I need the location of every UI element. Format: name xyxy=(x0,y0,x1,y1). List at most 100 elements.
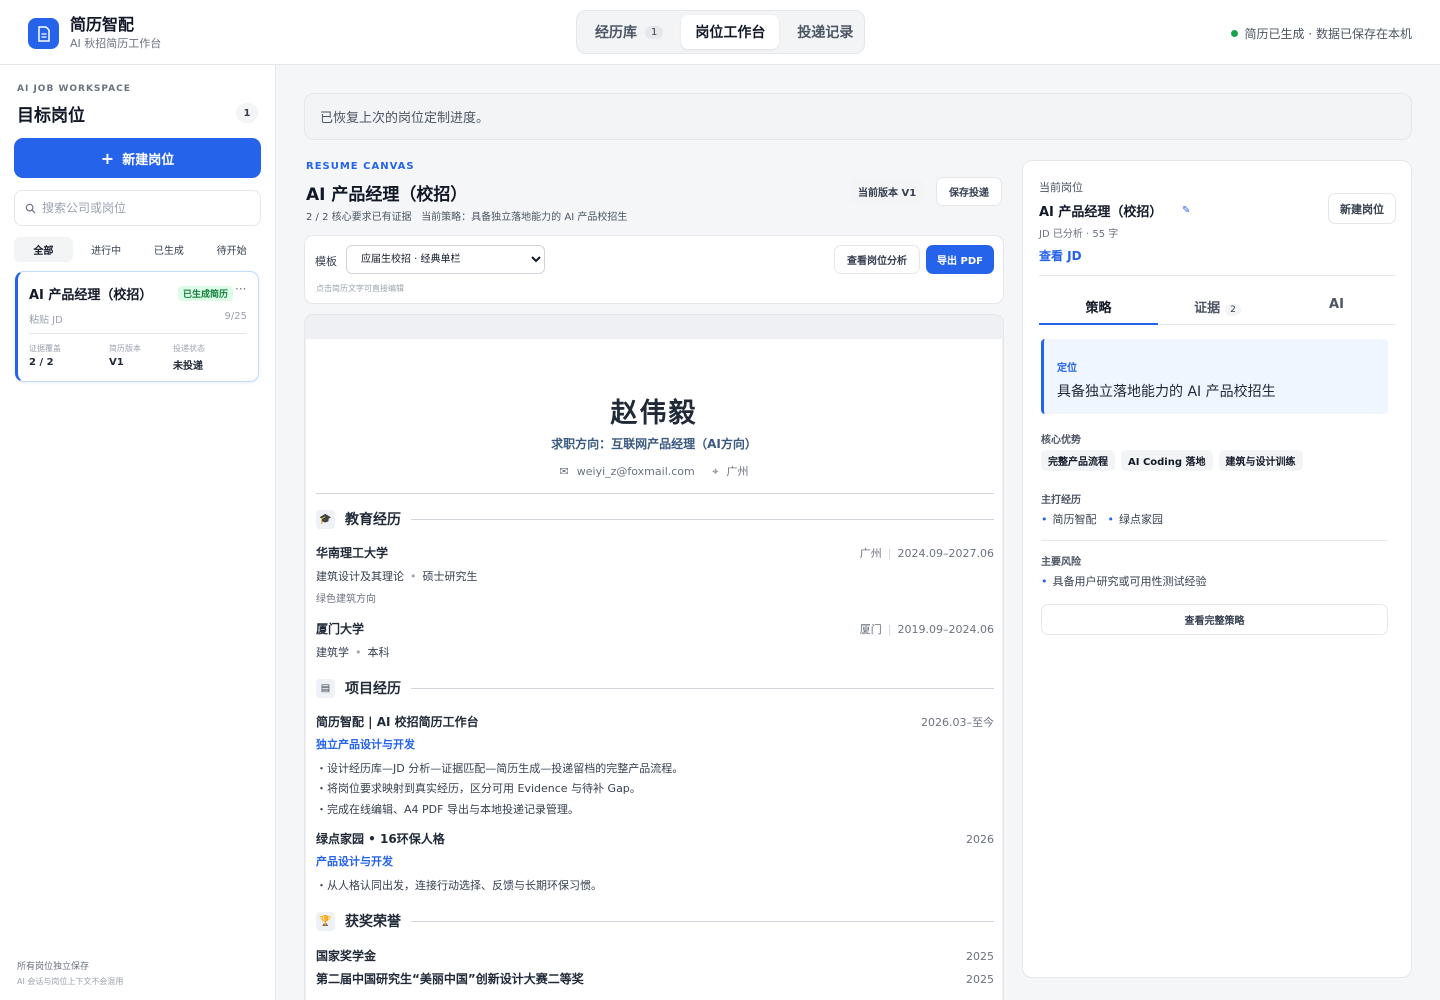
location-icon: ⌖ xyxy=(712,465,719,478)
more-icon[interactable]: ··· xyxy=(235,282,246,296)
project-bullet[interactable]: ・从人格认同出发，连接行动选择、反馈与长期环保习惯。 xyxy=(316,877,994,893)
filter-all[interactable]: 全部 xyxy=(14,237,73,262)
full-strategy-button[interactable]: 查看完整策略 xyxy=(1041,604,1388,635)
project-role[interactable]: 独立产品设计与开发 xyxy=(316,736,994,752)
job-card-date: 9/25 xyxy=(224,311,247,322)
resume-name[interactable]: 赵伟毅 xyxy=(306,391,1002,430)
plus-icon: + xyxy=(100,148,115,168)
project-row[interactable]: 绿点家园 • 16环保人格 2026 xyxy=(316,830,994,847)
advantage-chip: AI Coding 落地 xyxy=(1121,450,1213,471)
project-role[interactable]: 产品设计与开发 xyxy=(316,853,994,869)
tab-ai[interactable]: AI xyxy=(1277,289,1396,324)
tab-count: 2 xyxy=(1225,304,1241,316)
stat-value: 未投递 xyxy=(173,361,203,372)
job-analysis-button[interactable]: 查看岗位分析 xyxy=(834,245,920,274)
education-detail[interactable]: 建筑设计及其理论 • 硕士研究生 xyxy=(316,568,994,584)
sidebar-title: 目标岗位 xyxy=(17,106,85,126)
list-item: 简历智配 xyxy=(1041,511,1097,527)
divider xyxy=(411,920,994,922)
list-item: 绿点家园 xyxy=(1108,511,1163,527)
new-job-button[interactable]: + 新建岗位 xyxy=(14,138,261,178)
canvas-title: AI 产品经理（校招） xyxy=(306,185,468,205)
top-bar: 简历智配 AI 秋招简历工作台 经历库 1 岗位工作台 投递记录 简历已生成 · … xyxy=(0,0,1440,65)
tab-strategy[interactable]: 策略 xyxy=(1039,289,1158,325)
award-row[interactable]: 第二届中国研究生“美丽中国”创新设计大赛二等奖 2025 xyxy=(316,970,994,987)
education-row[interactable]: 厦门大学 厦门 | 2019.09–2024.06 xyxy=(316,620,994,637)
tab-label: 策略 xyxy=(1085,301,1112,316)
filter-in-progress[interactable]: 进行中 xyxy=(77,237,136,262)
tab-evidence[interactable]: 证据 2 xyxy=(1158,289,1277,324)
award-year: 2025 xyxy=(966,973,994,986)
panel-label: 当前岗位 xyxy=(1039,181,1083,194)
view-jd-link[interactable]: 查看 JD xyxy=(1039,247,1082,264)
education-detail[interactable]: 建筑学 • 本科 xyxy=(316,644,994,660)
job-count-badge: 1 xyxy=(236,103,258,123)
tab-experience[interactable]: 经历库 1 xyxy=(581,15,677,49)
project-bullet[interactable]: ・将岗位要求映射到真实经历，区分可用 Evidence 与待补 Gap。 xyxy=(316,780,994,796)
stat-version: 简历版本 V1 xyxy=(109,343,141,368)
new-job-label: 新建岗位 xyxy=(122,152,175,168)
version-badge: 当前版本 V1 xyxy=(850,179,925,203)
award-row[interactable]: 国家奖学金 2025 xyxy=(316,947,994,964)
filter-generated[interactable]: 已生成 xyxy=(140,237,199,262)
template-select[interactable]: 应届生校招 · 经典单栏 xyxy=(346,245,545,274)
resume-target[interactable]: 求职方向：互联网产品经理（AI方向） xyxy=(306,435,1002,452)
risk-list: 具备用户研究或可用性测试经验 xyxy=(1041,573,1207,589)
tab-applications[interactable]: 投递记录 xyxy=(783,15,867,49)
template-toolbar: 模板 应届生校招 · 经典单栏 查看岗位分析 导出 PDF 点击简历文字可直接编… xyxy=(304,235,1004,304)
project-bullet[interactable]: ・设计经历库—JD 分析—证据匹配—简历生成—投递留档的完整产品流程。 xyxy=(316,760,994,776)
job-card-source: 粘贴 JD xyxy=(29,315,63,326)
main-tabs: 经历库 1 岗位工作台 投递记录 xyxy=(576,10,865,54)
major: 建筑设计及其理论 xyxy=(316,570,404,583)
positioning-value: 具备独立落地能力的 AI 产品校招生 xyxy=(1057,384,1276,400)
project-row[interactable]: 简历智配 | AI 校招简历工作台 2026.03–至今 xyxy=(316,713,994,730)
panel-tabs: 策略 证据 2 AI xyxy=(1039,289,1396,325)
brand[interactable]: 简历智配 AI 秋招简历工作台 xyxy=(28,16,161,51)
advantage-chips: 完整产品流程 AI Coding 落地 建筑与设计训练 xyxy=(1041,450,1303,471)
degree: 本科 xyxy=(367,646,390,659)
advantages-label: 核心优势 xyxy=(1041,435,1081,446)
status-dot-icon xyxy=(1230,30,1238,37)
canvas-label: RESUME CANVAS xyxy=(306,161,415,172)
job-card-title: AI 产品经理（校招） xyxy=(29,288,153,303)
save-apply-button[interactable]: 保存投递 xyxy=(936,177,1002,206)
education-note[interactable]: 绿色建筑方向 xyxy=(316,590,994,605)
canvas-subtitle: 2 / 2 核心要求已有证据 当前策略：具备独立落地能力的 AI 产品校招生 xyxy=(306,208,627,223)
tab-count: 1 xyxy=(645,25,664,39)
school-name: 华南理工大学 xyxy=(316,546,389,560)
school-period: 2019.09–2024.06 xyxy=(897,623,994,636)
award-name: 国家奖学金 xyxy=(316,949,377,963)
folder-icon: ▤ xyxy=(316,678,335,698)
search-input[interactable] xyxy=(42,201,242,215)
project-name: 绿点家园 • 16环保人格 xyxy=(316,832,445,846)
new-job-button-panel[interactable]: 新建岗位 xyxy=(1328,193,1396,224)
mail-icon: ✉ xyxy=(559,465,569,478)
sidebar: AI JOB WORKSPACE 目标岗位 1 + 新建岗位 全部 进行中 已生成… xyxy=(0,65,276,1000)
advantage-chip: 完整产品流程 xyxy=(1041,450,1115,471)
coverage-text: 2 / 2 核心要求已有证据 xyxy=(306,212,412,223)
tab-label: 经历库 xyxy=(595,25,637,41)
resume-contact: ✉ weiyi_z@foxmail.com ⌖ 广州 xyxy=(306,463,1002,479)
project-bullet[interactable]: ・完成在线编辑、A4 PDF 导出与本地投递记录管理。 xyxy=(316,801,994,817)
project-period: 2026 xyxy=(966,833,994,846)
pencil-icon[interactable]: ✎ xyxy=(1182,205,1190,216)
stat-apply: 投递状态 未投递 xyxy=(173,343,205,372)
main-experience-label: 主打经历 xyxy=(1041,495,1081,506)
job-card[interactable]: AI 产品经理（校招） 已生成简历 ··· 粘贴 JD 9/25 证据覆盖 2 /… xyxy=(15,271,259,382)
resume-city[interactable]: 广州 xyxy=(726,465,748,478)
education-row[interactable]: 华南理工大学 广州 | 2024.09–2027.06 xyxy=(316,544,994,561)
app-subtitle: AI 秋招简历工作台 xyxy=(70,37,162,50)
awards-section-header: 🏆 获奖荣誉 xyxy=(316,911,994,931)
list-item: 具备用户研究或可用性测试经验 xyxy=(1041,573,1207,589)
school-location: 厦门 xyxy=(859,623,882,636)
school-name: 厦门大学 xyxy=(316,622,365,636)
divider xyxy=(411,518,994,520)
tab-job-workspace[interactable]: 岗位工作台 xyxy=(681,15,780,49)
export-pdf-button[interactable]: 导出 PDF xyxy=(926,245,994,274)
divider xyxy=(1041,540,1388,541)
restore-notice: 已恢复上次的岗位定制进度。 xyxy=(304,93,1412,140)
resume-email[interactable]: weiyi_z@foxmail.com xyxy=(577,465,695,478)
stat-value: 2 / 2 xyxy=(29,357,54,368)
filter-pending[interactable]: 待开始 xyxy=(202,237,261,262)
tab-label: 投递记录 xyxy=(797,25,854,41)
